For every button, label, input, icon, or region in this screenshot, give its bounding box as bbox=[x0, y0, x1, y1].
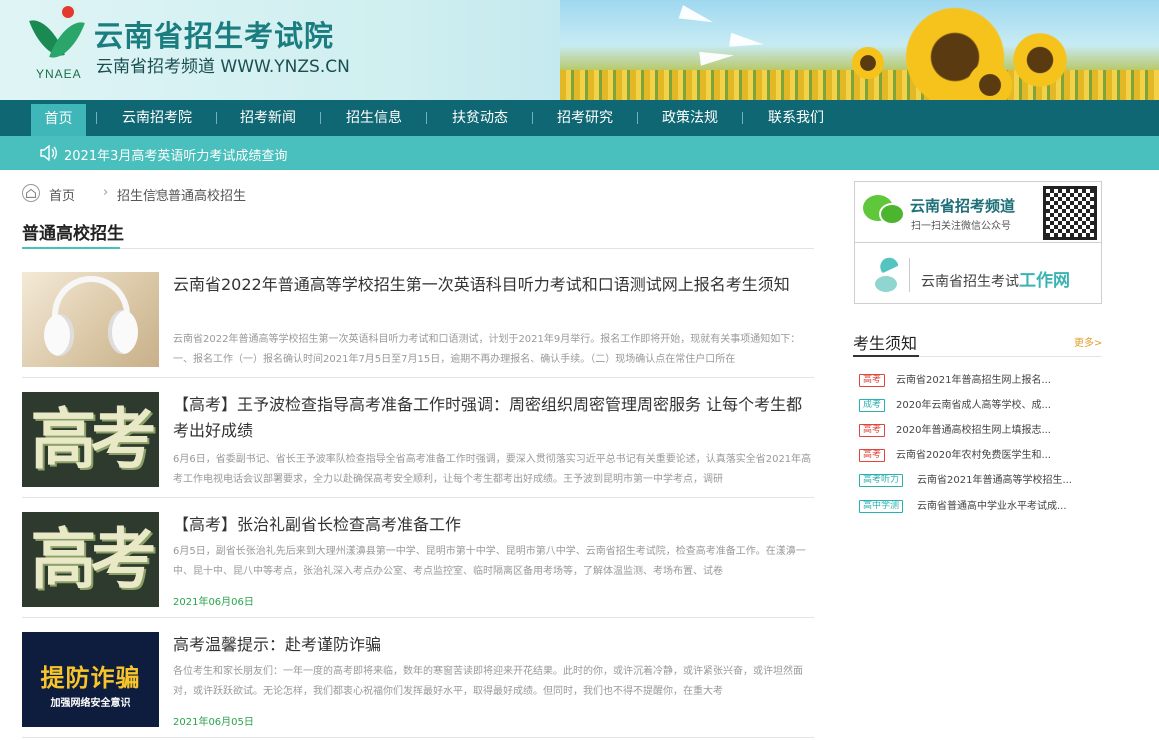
nav-separator bbox=[637, 112, 638, 124]
logo-text: YNAEA bbox=[36, 67, 82, 81]
section-title: 普通高校招生 bbox=[22, 224, 124, 244]
news-link[interactable]: 云南省2020年农村免费医学生和... bbox=[896, 449, 1051, 462]
nav-separator bbox=[532, 112, 533, 124]
breadcrumb-home[interactable]: 首页 bbox=[49, 185, 75, 204]
thumbnail-subcaption: 加强网络安全意识 bbox=[50, 698, 131, 709]
nav-separator bbox=[426, 112, 427, 124]
nav-item-research[interactable]: 招考研究 bbox=[545, 100, 625, 136]
article-summary: 各位考生和家长朋友们：一年一度的高考即将来临，数年的寒窗苦读即将迎来开花结果。此… bbox=[173, 666, 803, 697]
news-link[interactable]: 云南省2021年普高招生网上报名... bbox=[896, 374, 1051, 387]
notice-bar: 2021年3月高考英语听力考试成绩查询 bbox=[0, 136, 1159, 170]
work-network-banner[interactable]: 云南省招生考试工作网 bbox=[855, 244, 1101, 304]
news-tag: 成考 bbox=[859, 399, 886, 412]
article-thumbnail[interactable]: 高考 bbox=[22, 512, 159, 607]
sunflower-image bbox=[850, 45, 886, 81]
thumbnail-caption: 提防诈骗 bbox=[40, 664, 141, 692]
news-tag: 高考 bbox=[859, 424, 886, 437]
news-link[interactable]: 2020年云南省成人高等学校、成... bbox=[896, 399, 1051, 412]
nav-item-policy[interactable]: 政策法规 bbox=[650, 100, 730, 136]
news-link[interactable]: 云南省2021年普通高等学校招生... bbox=[917, 474, 1072, 487]
nav-item-news[interactable]: 招考新闻 bbox=[228, 100, 308, 136]
news-tag: 高考听力 bbox=[859, 474, 904, 487]
more-link[interactable]: 更多> bbox=[1074, 334, 1102, 349]
news-tag: 高考 bbox=[859, 449, 886, 462]
nav-item-poverty-relief[interactable]: 扶贫动态 bbox=[440, 100, 520, 136]
article-summary: 云南省2022年普通高等学校招生第一次英语科目听力考试和口语测试，计划于2021… bbox=[173, 334, 801, 365]
work-network-label: 云南省招生考试工作网 bbox=[921, 266, 1070, 291]
wechat-banner[interactable]: 云南省招考频道 扫一扫关注微信公众号 bbox=[855, 182, 1101, 243]
article-date: 2021年06月05日 bbox=[173, 717, 254, 728]
nav-item-ynaea[interactable]: 云南招考院 bbox=[110, 100, 204, 136]
article-title[interactable]: 云南省2022年普通高等学校招生第一次英语科目听力考试和口语测试网上报名考生须知 bbox=[173, 272, 813, 298]
news-tag: 高考 bbox=[859, 374, 886, 387]
sunflower-image bbox=[1010, 30, 1070, 90]
sidebar-links-box: 云南省招考频道 扫一扫关注微信公众号 云南省招生考试工作网 bbox=[854, 181, 1102, 304]
article-summary: 6月5日，副省长张治礼先后来到大理州漾濞县第一中学、昆明市第十中学、昆明市第八中… bbox=[173, 546, 806, 577]
article-item: 提防诈骗 加强网络安全意识 高考温馨提示：赴考谨防诈骗 各位考生和家长朋友们：一… bbox=[22, 632, 814, 738]
article-thumbnail[interactable]: 提防诈骗 加强网络安全意识 bbox=[22, 632, 159, 727]
breadcrumb-admission-info[interactable]: 招生信息 bbox=[117, 185, 169, 204]
lamp-icon bbox=[871, 254, 901, 292]
article-title[interactable]: 【高考】张治礼副省长检查高考准备工作 bbox=[173, 512, 813, 538]
wechat-title: 云南省招考频道 bbox=[910, 197, 1016, 215]
nav-item-home[interactable]: 首页 bbox=[31, 104, 86, 136]
section-divider bbox=[22, 247, 814, 249]
news-tag: 高中学测 bbox=[859, 500, 904, 513]
article-item: 高考 【高考】张治礼副省长检查高考准备工作 6月5日，副省长张治礼先后来到大理州… bbox=[22, 512, 814, 618]
article-title[interactable]: 【高考】王予波检查指导高考准备工作时强调：周密组织周密管理周密服务 让每个考生都… bbox=[173, 392, 813, 444]
site-brand-title: 云南省招生考试院 bbox=[94, 19, 335, 53]
article-title[interactable]: 高考温馨提示：赴考谨防诈骗 bbox=[173, 632, 813, 658]
nav-separator bbox=[216, 112, 217, 124]
speaker-icon bbox=[40, 145, 57, 161]
article-thumbnail[interactable] bbox=[22, 272, 159, 367]
main-nav: 首页 云南招考院 招考新闻 招生信息 扶贫动态 招考研究 政策法规 联系我们 bbox=[0, 100, 1159, 136]
work-network-bold: 工作网 bbox=[1019, 271, 1070, 291]
breadcrumb-separator: › bbox=[154, 185, 160, 200]
nav-separator bbox=[742, 112, 743, 124]
article-date: 2021年06月06日 bbox=[173, 597, 254, 608]
work-network-text: 云南省招生考试 bbox=[921, 274, 1019, 290]
site-subtitle: 云南省招考频道 WWW.YNZS.CN bbox=[96, 57, 350, 77]
breadcrumb-separator: › bbox=[103, 185, 109, 200]
nav-item-contact[interactable]: 联系我们 bbox=[756, 100, 836, 136]
home-icon[interactable] bbox=[22, 184, 40, 202]
nav-separator bbox=[320, 112, 321, 124]
wechat-icon bbox=[879, 203, 905, 225]
site-header: YNAEA 云南省招生考试院 云南省招考频道 WWW.YNZS.CN bbox=[0, 0, 1159, 100]
news-link[interactable]: 云南省普通高中学业水平考试成... bbox=[917, 500, 1067, 513]
wechat-subtitle: 扫一扫关注微信公众号 bbox=[911, 221, 1011, 232]
nav-separator bbox=[96, 112, 97, 124]
article-thumbnail[interactable]: 高考 bbox=[22, 392, 159, 487]
article-item: 高考 【高考】王予波检查指导高考准备工作时强调：周密组织周密管理周密服务 让每个… bbox=[22, 392, 814, 498]
breadcrumb-current: 普通高校招生 bbox=[168, 189, 247, 204]
news-link[interactable]: 2020年普通高校招生网上填报志... bbox=[896, 424, 1051, 437]
nav-item-admission-info[interactable]: 招生信息 bbox=[334, 100, 414, 136]
article-summary: 6月6日，省委副书记、省长王予波率队检查指导全省高考准备工作时强调，要深入贯彻落… bbox=[173, 454, 812, 485]
ynaea-logo[interactable] bbox=[29, 6, 85, 66]
sidebar-divider bbox=[853, 355, 1101, 357]
sidebar-news-title: 考生须知 bbox=[853, 334, 918, 353]
article-item: 云南省2022年普通高等学校招生第一次英语科目听力考试和口语测试网上报名考生须知… bbox=[22, 272, 814, 378]
qr-code-image bbox=[1043, 186, 1097, 240]
notice-link[interactable]: 2021年3月高考英语听力考试成绩查询 bbox=[64, 145, 287, 164]
